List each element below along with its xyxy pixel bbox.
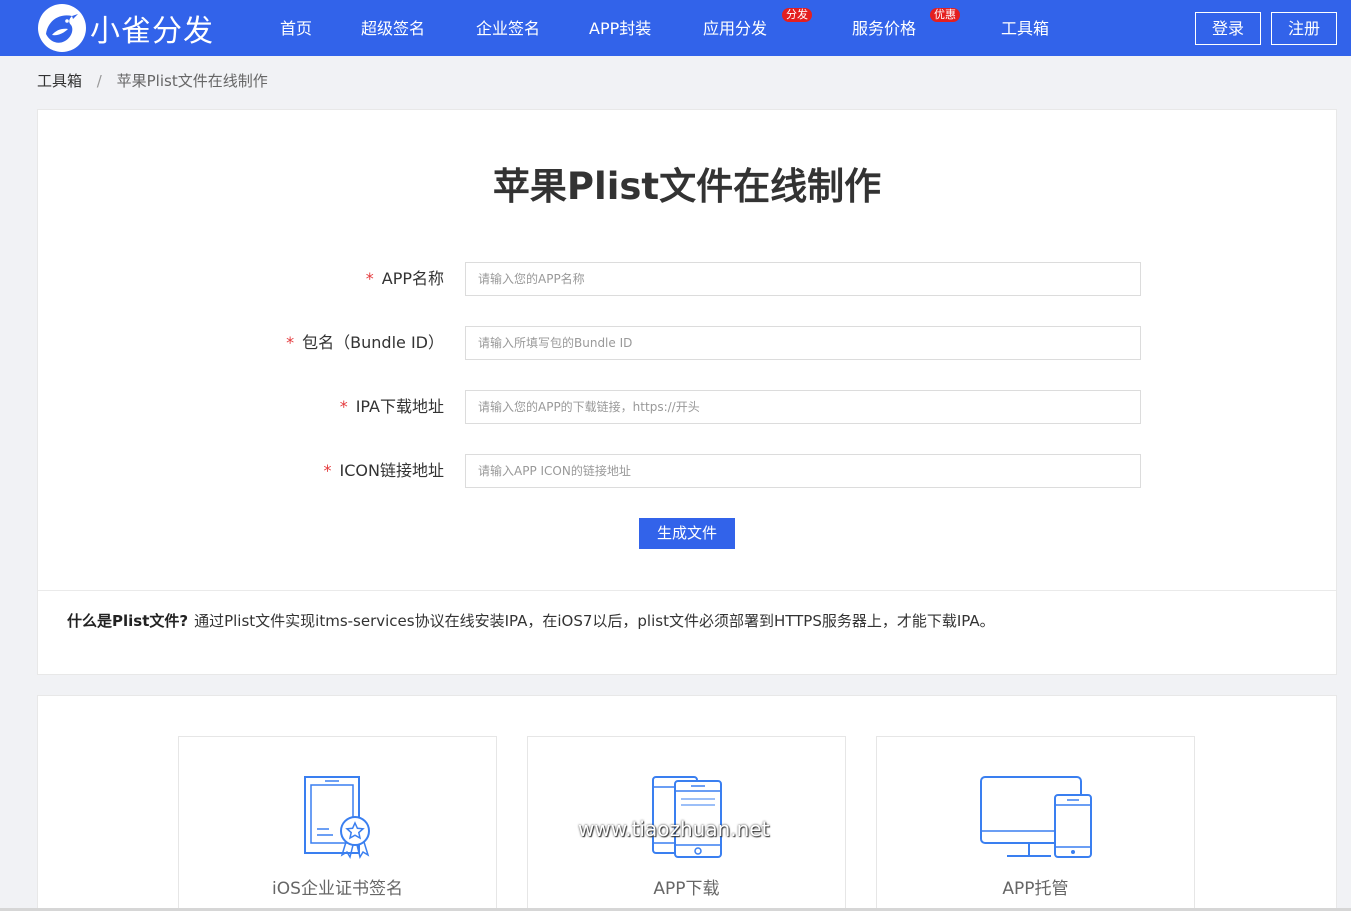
nav-item-super-signature[interactable]: 超级签名 <box>361 18 425 40</box>
ipa-url-label-text: IPA下载地址 <box>355 397 444 416</box>
discount-badge: 优惠 <box>930 8 960 22</box>
generate-file-button[interactable]: 生成文件 <box>639 518 735 549</box>
required-mark: * <box>323 461 332 480</box>
app-name-label-text: APP名称 <box>381 269 444 288</box>
ipa-url-label: * IPA下载地址 <box>340 396 444 418</box>
nav-item-home[interactable]: 首页 <box>280 18 312 40</box>
nav-item-enterprise-signature[interactable]: 企业签名 <box>476 18 540 40</box>
breadcrumb-current: 苹果Plist文件在线制作 <box>116 72 268 90</box>
register-button[interactable]: 注册 <box>1271 12 1337 45</box>
desktop-mobile-icon <box>979 776 1092 858</box>
brand-name: 小雀分发 <box>90 14 214 49</box>
icon-url-input[interactable] <box>465 454 1141 488</box>
feature-label: APP下载 <box>653 879 720 899</box>
divider <box>38 590 1336 591</box>
ipa-url-input[interactable] <box>465 390 1141 424</box>
app-name-label: * APP名称 <box>366 268 444 290</box>
nav-item-pricing[interactable]: 服务价格 <box>852 18 916 40</box>
login-button[interactable]: 登录 <box>1195 12 1261 45</box>
bird-logo-icon <box>38 4 86 52</box>
page-title: 苹果Plist文件在线制作 <box>492 165 882 208</box>
breadcrumb: 工具箱 / 苹果Plist文件在线制作 <box>37 71 268 91</box>
feature-enterprise-certificate[interactable]: iOS企业证书签名 <box>178 736 497 911</box>
features-card: iOS企业证书签名 APP下载 APP托管 <box>37 695 1337 911</box>
nav-item-toolbox[interactable]: 工具箱 <box>1001 18 1049 40</box>
faq-question: 什么是Plist文件? <box>67 612 189 630</box>
required-mark: * <box>286 333 295 352</box>
feature-app-hosting[interactable]: APP托管 <box>876 736 1195 911</box>
nav-item-app-wrapper[interactable]: APP封装 <box>589 18 651 40</box>
faq-answer: 通过Plist文件实现itms-services协议在线安装IPA，在iOS7以… <box>194 612 995 630</box>
required-mark: * <box>365 269 374 288</box>
plist-explanation: 什么是Plist文件? 通过Plist文件实现itms-services协议在线安… <box>67 610 995 632</box>
nav-item-app-distribution[interactable]: 应用分发 <box>703 18 767 40</box>
required-mark: * <box>339 397 348 416</box>
brand-logo[interactable]: 小雀分发 <box>38 4 214 52</box>
bundle-id-label: * 包名（Bundle ID） <box>286 332 444 354</box>
top-nav: 小雀分发 首页 超级签名 企业签名 APP封装 应用分发 分发 服务价格 优惠 … <box>0 0 1351 56</box>
feature-label: iOS企业证书签名 <box>272 879 403 899</box>
distribution-badge: 分发 <box>782 8 812 22</box>
certificate-icon <box>303 776 370 859</box>
watermark-text: www.tiaozhuan.net <box>578 817 770 841</box>
feature-label: APP托管 <box>1002 879 1069 899</box>
bundle-id-label-text: 包名（Bundle ID） <box>302 333 444 352</box>
icon-url-label-text: ICON链接地址 <box>339 461 444 480</box>
breadcrumb-toolbox-link[interactable]: 工具箱 <box>37 72 82 90</box>
icon-url-label: * ICON链接地址 <box>324 460 444 482</box>
breadcrumb-separator: / <box>96 72 102 90</box>
app-name-input[interactable] <box>465 262 1141 296</box>
plist-form-card: 苹果Plist文件在线制作 * APP名称 * 包名（Bundle ID） * IPA… <box>37 109 1337 675</box>
bundle-id-input[interactable] <box>465 326 1141 360</box>
